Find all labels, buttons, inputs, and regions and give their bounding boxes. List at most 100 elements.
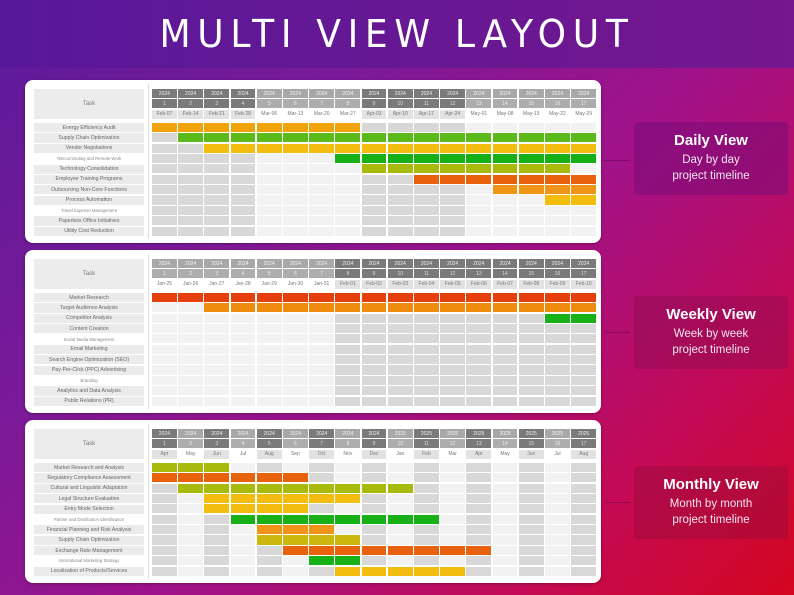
gantt-bar-cell[interactable]: [387, 143, 413, 153]
gantt-empty-cell[interactable]: [466, 195, 492, 205]
gantt-empty-cell[interactable]: [230, 375, 256, 385]
task-name[interactable]: Paperless Office Initiatives: [34, 216, 144, 226]
gantt-empty-cell[interactable]: [309, 396, 335, 406]
gantt-empty-cell[interactable]: [466, 514, 492, 524]
gantt-bar-cell[interactable]: [204, 303, 230, 313]
gantt-empty-cell[interactable]: [361, 525, 387, 535]
gantt-empty-cell[interactable]: [178, 205, 204, 215]
gantt-empty-cell[interactable]: [204, 216, 230, 226]
gantt-empty-cell[interactable]: [152, 303, 177, 313]
gantt-empty-cell[interactable]: [178, 313, 204, 323]
gantt-empty-cell[interactable]: [518, 205, 544, 215]
gantt-empty-cell[interactable]: [256, 365, 282, 375]
gantt-empty-cell[interactable]: [283, 556, 308, 566]
gantt-bar-cell[interactable]: [361, 545, 387, 555]
gantt-empty-cell[interactable]: [230, 216, 256, 226]
gantt-empty-cell[interactable]: [387, 375, 413, 385]
gantt-bar-cell[interactable]: [440, 143, 466, 153]
gantt-bar-cell[interactable]: [230, 143, 256, 153]
gantt-empty-cell[interactable]: [361, 375, 387, 385]
gantt-empty-cell[interactable]: [256, 334, 282, 344]
gantt-bar-cell[interactable]: [283, 122, 308, 132]
gantt-empty-cell[interactable]: [414, 323, 439, 334]
task-name[interactable]: Telecommuting and Remote Work: [34, 154, 144, 164]
gantt-empty-cell[interactable]: [152, 153, 177, 164]
gantt-empty-cell[interactable]: [414, 525, 439, 535]
gantt-bar-cell[interactable]: [518, 133, 544, 143]
gantt-empty-cell[interactable]: [335, 396, 361, 406]
gantt-bar-cell[interactable]: [492, 133, 518, 143]
gantt-bar-cell[interactable]: [283, 133, 308, 143]
gantt-empty-cell[interactable]: [414, 396, 439, 406]
gantt-empty-cell[interactable]: [178, 174, 204, 184]
gantt-empty-cell[interactable]: [335, 174, 361, 184]
gantt-empty-cell[interactable]: [230, 195, 256, 205]
gantt-empty-cell[interactable]: [492, 365, 518, 375]
gantt-empty-cell[interactable]: [492, 396, 518, 406]
gantt-empty-cell[interactable]: [204, 396, 230, 406]
gantt-empty-cell[interactable]: [361, 386, 387, 396]
gantt-empty-cell[interactable]: [204, 365, 230, 375]
gantt-bar-cell[interactable]: [414, 153, 439, 164]
gantt-empty-cell[interactable]: [518, 535, 544, 545]
gantt-empty-cell[interactable]: [204, 344, 230, 354]
task-name[interactable]: Search Engine Optimization (SEO): [34, 355, 144, 365]
gantt-empty-cell[interactable]: [335, 504, 361, 514]
gantt-empty-cell[interactable]: [571, 344, 597, 354]
gantt-empty-cell[interactable]: [414, 535, 439, 545]
gantt-empty-cell[interactable]: [152, 365, 177, 375]
gantt-empty-cell[interactable]: [256, 226, 282, 236]
gantt-bar-cell[interactable]: [283, 292, 308, 302]
gantt-empty-cell[interactable]: [256, 344, 282, 354]
gantt-bar-cell[interactable]: [335, 122, 361, 132]
gantt-bar-cell[interactable]: [230, 292, 256, 302]
gantt-empty-cell[interactable]: [518, 323, 544, 334]
gantt-bar-cell[interactable]: [571, 133, 597, 143]
gantt-empty-cell[interactable]: [518, 504, 544, 514]
gantt-empty-cell[interactable]: [492, 122, 518, 132]
gantt-empty-cell[interactable]: [545, 323, 570, 334]
gantt-empty-cell[interactable]: [518, 375, 544, 385]
gantt-empty-cell[interactable]: [466, 313, 492, 323]
gantt-empty-cell[interactable]: [440, 205, 466, 215]
gantt-bar-cell[interactable]: [545, 303, 570, 313]
gantt-empty-cell[interactable]: [309, 566, 335, 576]
gantt-empty-cell[interactable]: [152, 205, 177, 215]
gantt-empty-cell[interactable]: [466, 535, 492, 545]
gantt-bar-cell[interactable]: [335, 143, 361, 153]
gantt-empty-cell[interactable]: [414, 504, 439, 514]
gantt-empty-cell[interactable]: [571, 386, 597, 396]
gantt-bar-cell[interactable]: [571, 185, 597, 195]
gantt-bar-cell[interactable]: [387, 133, 413, 143]
gantt-empty-cell[interactable]: [571, 205, 597, 215]
gantt-empty-cell[interactable]: [309, 355, 335, 365]
gantt-bar-cell[interactable]: [230, 493, 256, 504]
gantt-empty-cell[interactable]: [230, 205, 256, 215]
gantt-empty-cell[interactable]: [256, 566, 282, 576]
gantt-bar-cell[interactable]: [466, 153, 492, 164]
gantt-empty-cell[interactable]: [152, 143, 177, 153]
gantt-empty-cell[interactable]: [152, 323, 177, 334]
gantt-empty-cell[interactable]: [545, 483, 570, 493]
gantt-empty-cell[interactable]: [571, 216, 597, 226]
gantt-bar-cell[interactable]: [256, 504, 282, 514]
gantt-empty-cell[interactable]: [309, 334, 335, 344]
gantt-empty-cell[interactable]: [571, 164, 597, 174]
gantt-empty-cell[interactable]: [178, 226, 204, 236]
gantt-empty-cell[interactable]: [152, 483, 177, 493]
gantt-empty-cell[interactable]: [283, 323, 308, 334]
gantt-bar-cell[interactable]: [571, 153, 597, 164]
gantt-empty-cell[interactable]: [309, 205, 335, 215]
gantt-empty-cell[interactable]: [440, 344, 466, 354]
gantt-empty-cell[interactable]: [571, 365, 597, 375]
gantt-empty-cell[interactable]: [571, 525, 597, 535]
gantt-bar-cell[interactable]: [283, 143, 308, 153]
gantt-bar-cell[interactable]: [335, 545, 361, 555]
gantt-empty-cell[interactable]: [283, 566, 308, 576]
gantt-empty-cell[interactable]: [414, 365, 439, 375]
gantt-empty-cell[interactable]: [492, 313, 518, 323]
gantt-empty-cell[interactable]: [256, 556, 282, 566]
gantt-bar-cell[interactable]: [309, 143, 335, 153]
gantt-bar-cell[interactable]: [256, 143, 282, 153]
gantt-empty-cell[interactable]: [492, 386, 518, 396]
